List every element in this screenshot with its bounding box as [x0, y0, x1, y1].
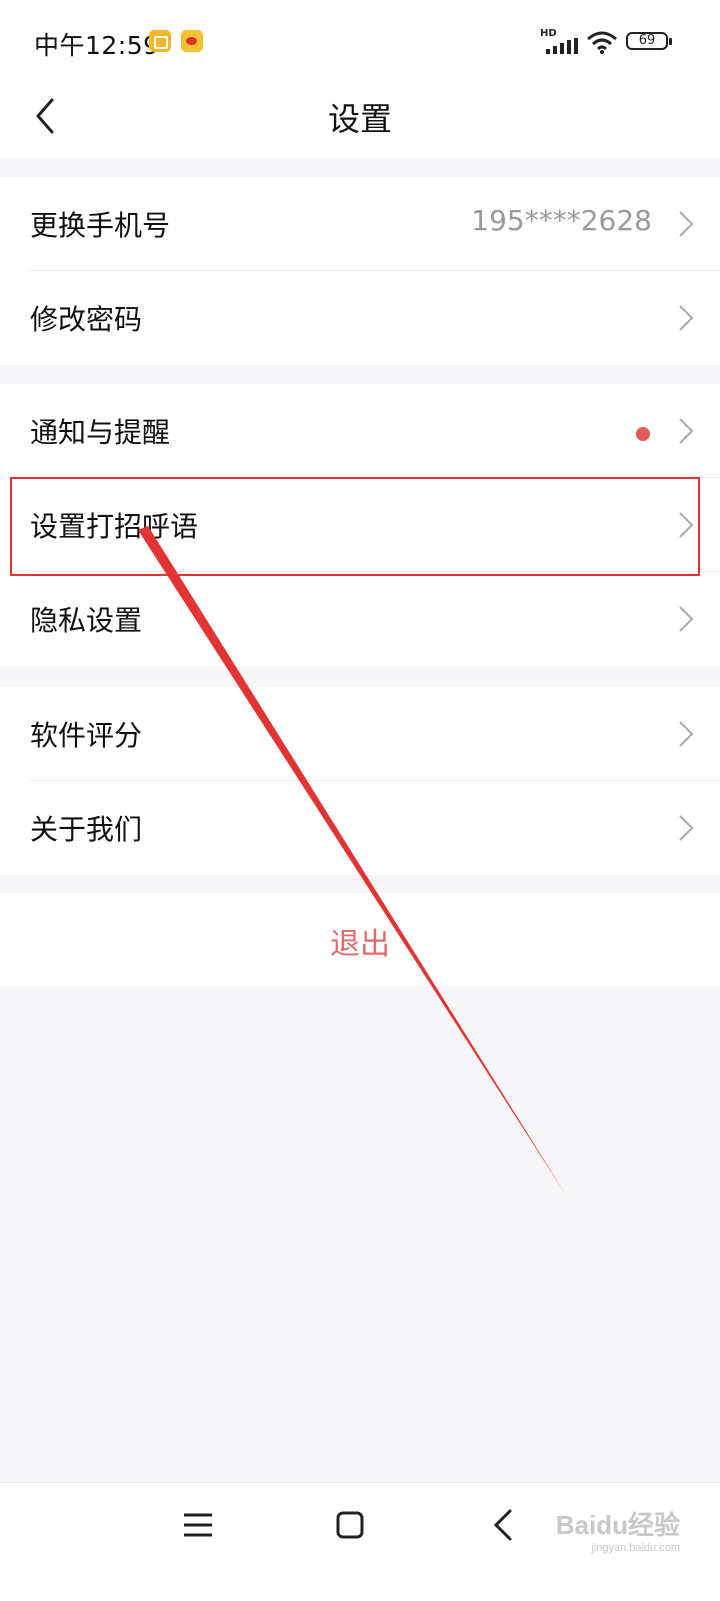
menu-icon[interactable] — [178, 1505, 218, 1545]
settings-item-change-phone[interactable]: 更换手机号 195****2628 — [0, 177, 720, 271]
settings-item-label: 软件评分 — [30, 719, 143, 752]
battery-icon: 69 — [626, 32, 672, 50]
chevron-right-icon — [679, 815, 694, 841]
settings-item-label: 修改密码 — [30, 303, 143, 336]
settings-item-rate-app[interactable]: 软件评分 — [0, 687, 720, 781]
settings-item-label: 通知与提醒 — [30, 416, 171, 449]
weibo-app-icon — [181, 30, 203, 52]
unread-badge — [636, 427, 650, 441]
settings-item-privacy[interactable]: 隐私设置 — [0, 572, 720, 666]
system-nav-bar: Baidu经验 jingyan.baidu.com — [0, 1482, 720, 1601]
status-time: 中午12:59 — [34, 31, 160, 60]
signal-icon — [546, 38, 578, 54]
watermark-sub: jingyan.baidu.com — [591, 1542, 680, 1554]
home-icon[interactable] — [330, 1505, 370, 1545]
settings-item-about-us[interactable]: 关于我们 — [0, 781, 720, 875]
settings-group-about: 软件评分 关于我们 — [0, 687, 720, 875]
settings-group-account: 更换手机号 195****2628 修改密码 — [0, 177, 720, 365]
status-bar: 中午12:59 HD 69 — [0, 0, 720, 84]
annotation-highlight-box — [10, 477, 700, 576]
notes-app-icon — [149, 30, 171, 52]
phone-number-value: 195****2628 — [471, 204, 652, 237]
baidu-watermark: Baidu经验 jingyan.baidu.com — [556, 1505, 680, 1554]
settings-item-label: 隐私设置 — [30, 604, 143, 637]
wifi-icon — [587, 31, 617, 54]
chevron-right-icon — [679, 418, 694, 444]
chevron-right-icon — [679, 721, 694, 747]
logout-button[interactable]: 退出 — [0, 919, 720, 963]
chevron-right-icon — [679, 305, 694, 331]
nav-header: 设置 — [0, 84, 720, 158]
settings-item-change-password[interactable]: 修改密码 — [0, 271, 720, 365]
settings-item-label: 关于我们 — [30, 813, 143, 846]
logout-section: 退出 — [0, 893, 720, 986]
chevron-right-icon — [679, 606, 694, 632]
settings-item-label: 更换手机号 — [30, 209, 171, 242]
settings-item-notifications[interactable]: 通知与提醒 — [0, 384, 720, 478]
watermark-main: Baidu经验 — [555, 1510, 680, 1540]
page-title: 设置 — [327, 100, 392, 138]
system-back-icon[interactable] — [484, 1505, 524, 1545]
chevron-right-icon — [679, 211, 694, 237]
